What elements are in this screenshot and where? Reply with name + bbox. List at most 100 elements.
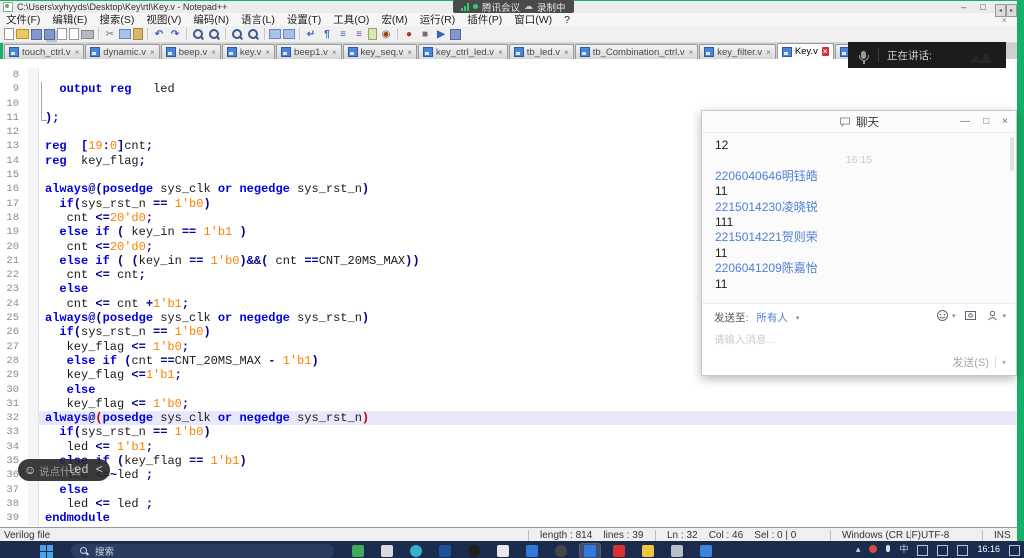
save-macro-icon[interactable] bbox=[450, 29, 461, 40]
word-wrap-icon[interactable]: ↵ bbox=[304, 28, 318, 41]
code-line-39[interactable]: 39endmodule bbox=[0, 511, 1017, 525]
taskbar-app-13-icon[interactable] bbox=[696, 544, 716, 558]
tray-clock[interactable]: 16:16 bbox=[977, 544, 1000, 555]
tab-close-icon[interactable]: × bbox=[332, 48, 337, 57]
chat-maximize-button[interactable]: □ bbox=[983, 116, 989, 127]
screenshot-icon[interactable] bbox=[964, 309, 977, 322]
tab-close-icon[interactable]: × bbox=[75, 48, 80, 57]
save-icon[interactable] bbox=[31, 29, 42, 40]
paste-icon[interactable] bbox=[133, 28, 143, 40]
tab-beep.v[interactable]: beep.v× bbox=[161, 44, 221, 59]
menu-item-7[interactable]: 设置(T) bbox=[281, 12, 327, 27]
doc-map-icon[interactable] bbox=[368, 28, 377, 40]
tab-key_ctrl_led.v[interactable]: key_ctrl_led.v× bbox=[418, 44, 508, 59]
taskbar-app-2-icon[interactable] bbox=[377, 544, 397, 558]
meeting-overlay-pill[interactable]: 腾讯会议 ☁ 录制中 bbox=[453, 0, 574, 13]
cut-icon[interactable]: ✂ bbox=[103, 28, 117, 41]
copy-icon[interactable] bbox=[119, 29, 131, 39]
code-line-32[interactable]: 32always@(posedge sys_clk or negedge sys… bbox=[0, 411, 1017, 425]
tray-red-icon[interactable] bbox=[869, 545, 877, 553]
code-line-36[interactable]: 36 led <=~led ; bbox=[0, 468, 1017, 482]
zoom-out-icon[interactable] bbox=[246, 28, 260, 41]
menu-item-3[interactable]: 搜索(S) bbox=[93, 12, 140, 27]
menu-item-2[interactable]: 编辑(E) bbox=[46, 12, 93, 27]
monitoring-icon[interactable]: ◉ bbox=[379, 28, 393, 41]
taskbar-app-8-icon[interactable] bbox=[551, 544, 571, 558]
taskbar-app-10-icon[interactable] bbox=[609, 544, 629, 558]
tray-volume-icon[interactable] bbox=[957, 545, 968, 556]
tab-scroll-left-icon[interactable]: ◂ bbox=[995, 4, 1006, 17]
tray-display-icon[interactable] bbox=[937, 545, 948, 556]
chat-title-bar[interactable]: 聊天 — □ × bbox=[702, 111, 1016, 133]
chat-close-button[interactable]: × bbox=[1002, 116, 1008, 127]
code-line-9[interactable]: 9 output reg led bbox=[0, 82, 1017, 96]
record-macro-icon[interactable]: ● bbox=[402, 28, 416, 41]
stop-macro-icon[interactable]: ■ bbox=[418, 28, 432, 41]
menu-item-12[interactable]: 窗口(W) bbox=[508, 12, 558, 27]
maximize-button[interactable]: □ bbox=[980, 2, 985, 12]
tab-tb_Combination_ctrl.v[interactable]: tb_Combination_ctrl.v× bbox=[575, 44, 699, 59]
chat-scrollbar[interactable] bbox=[1010, 137, 1014, 171]
send-to-dropdown[interactable]: 所有人 bbox=[756, 310, 788, 325]
close-doc-icon[interactable] bbox=[57, 28, 67, 40]
menu-item-13[interactable]: ? bbox=[558, 14, 576, 26]
tab-close-icon[interactable]: × bbox=[265, 48, 270, 57]
code-line-37[interactable]: 37 else bbox=[0, 483, 1017, 497]
menu-item-9[interactable]: 宏(M) bbox=[375, 12, 413, 27]
sync-vertical-icon[interactable] bbox=[269, 29, 281, 39]
code-line-31[interactable]: 31 key_flag <= 1'b0; bbox=[0, 397, 1017, 411]
code-line-10[interactable]: 10 bbox=[0, 97, 1017, 111]
taskbar-app-3-icon[interactable] bbox=[406, 544, 426, 558]
taskbar-app-7-icon[interactable] bbox=[522, 544, 542, 558]
tab-close-icon[interactable]: × bbox=[407, 48, 412, 57]
tray-notification-icon[interactable] bbox=[1009, 545, 1020, 556]
code-line-33[interactable]: 33 if(sys_rst_n == 1'b0) bbox=[0, 425, 1017, 439]
menu-item-1[interactable]: 文件(F) bbox=[0, 12, 46, 27]
tab-close-icon[interactable]: × bbox=[498, 48, 503, 57]
code-line-35[interactable]: 35 else if (key_flag == 1'b1) bbox=[0, 454, 1017, 468]
open-icon[interactable] bbox=[16, 29, 29, 39]
tray-ime-label[interactable]: 中 bbox=[899, 544, 908, 555]
taskbar-app-5-icon[interactable] bbox=[464, 544, 484, 558]
tab-key_seq.v[interactable]: key_seq.v× bbox=[343, 44, 417, 59]
send-options-chevron-icon[interactable]: ▾ bbox=[1002, 358, 1006, 367]
code-line-30[interactable]: 30 else bbox=[0, 383, 1017, 397]
taskbar-search[interactable]: 搜索 bbox=[71, 544, 334, 558]
save-all-icon[interactable] bbox=[44, 29, 55, 40]
send-button[interactable]: 发送(S) bbox=[952, 354, 989, 370]
redo-icon[interactable]: ↷ bbox=[168, 28, 182, 41]
menu-item-5[interactable]: 编码(N) bbox=[187, 12, 235, 27]
tray-expand-icon[interactable]: ▴ bbox=[856, 544, 861, 555]
tab-key_filter.v[interactable]: key_filter.v× bbox=[699, 44, 776, 59]
minimize-button[interactable]: – bbox=[961, 2, 966, 12]
close-all-icon[interactable] bbox=[69, 28, 79, 40]
chevron-down-icon[interactable]: ▾ bbox=[952, 312, 956, 320]
speaking-panel[interactable]: 正在讲话: bbox=[848, 42, 1006, 68]
tab-tb_led.v[interactable]: tb_led.v× bbox=[509, 44, 574, 59]
chat-input[interactable]: 请输入消息... bbox=[702, 325, 1016, 354]
tab-close-icon[interactable]: × bbox=[689, 48, 694, 57]
find-icon[interactable] bbox=[191, 28, 205, 41]
tab-key.v[interactable]: key.v× bbox=[222, 44, 275, 59]
taskbar-app-meeting-icon[interactable] bbox=[580, 544, 600, 558]
tray-input-icon[interactable] bbox=[917, 545, 928, 556]
taskbar-app-1-icon[interactable] bbox=[348, 544, 368, 558]
new-file-icon[interactable] bbox=[4, 28, 14, 40]
tab-close-icon[interactable]: × bbox=[766, 48, 771, 57]
tray-mic-icon[interactable] bbox=[886, 545, 890, 552]
tab-dynamic.v[interactable]: dynamic.v× bbox=[85, 44, 159, 59]
chevron-down-icon[interactable]: ▾ bbox=[1002, 312, 1006, 320]
print-icon[interactable] bbox=[81, 30, 94, 39]
tab-close-icon[interactable]: × bbox=[211, 48, 216, 57]
mention-person-icon[interactable] bbox=[986, 309, 999, 322]
indent-guide-icon[interactable]: ≡ bbox=[336, 28, 350, 41]
taskbar-app-11-icon[interactable] bbox=[638, 544, 658, 558]
menu-item-6[interactable]: 语言(L) bbox=[235, 12, 281, 27]
code-line-34[interactable]: 34 led <= 1'b1; bbox=[0, 440, 1017, 454]
tab-Key.v[interactable]: Key.v× bbox=[777, 43, 834, 59]
replace-icon[interactable] bbox=[207, 28, 221, 41]
tab-close-icon[interactable]: × bbox=[822, 47, 829, 56]
sync-horizontal-icon[interactable] bbox=[283, 29, 295, 39]
start-button[interactable] bbox=[40, 545, 53, 558]
tab-close-icon[interactable]: × bbox=[150, 48, 155, 57]
